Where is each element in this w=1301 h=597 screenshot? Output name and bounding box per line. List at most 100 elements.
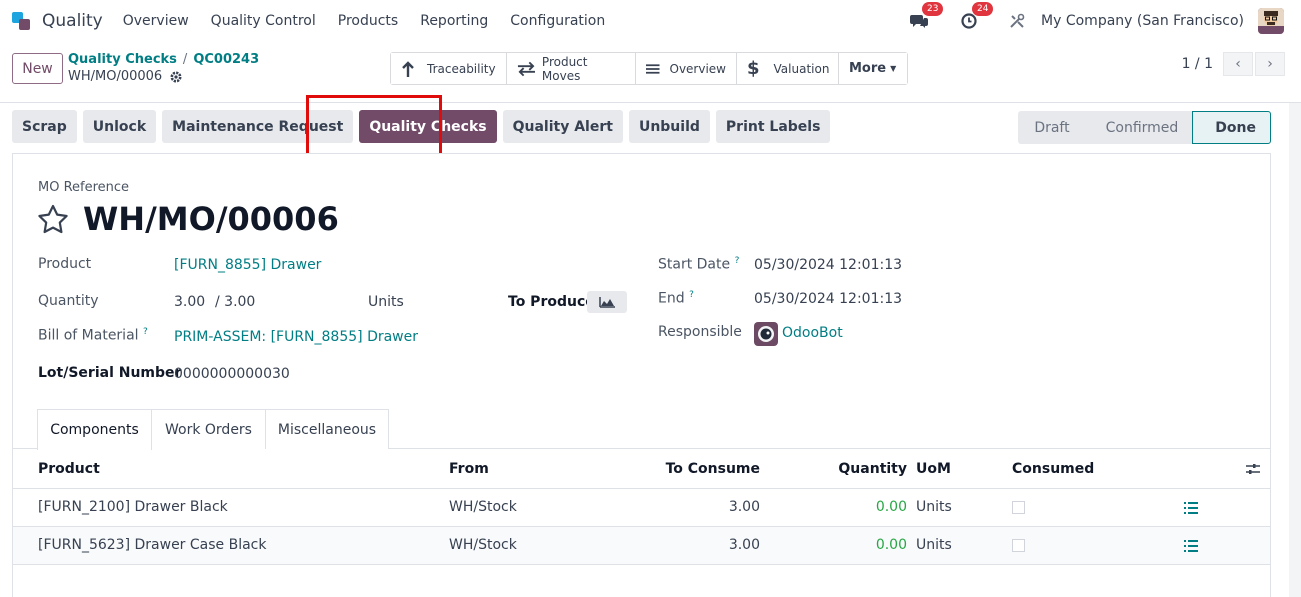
form-sheet: MO Reference WH/MO/00006 Product [FURN_8… [12, 153, 1271, 597]
row-to-consume: 3.00 [728, 499, 760, 515]
row-from: WH/Stock [449, 499, 517, 515]
record-name: WH/MO/00006 [68, 69, 163, 84]
unlock-button[interactable]: Unlock [82, 110, 157, 143]
breadcrumb-check[interactable]: QC00243 [193, 52, 259, 67]
produce-chart-button[interactable] [587, 291, 627, 313]
start-date-value[interactable]: 05/30/2024 12:01:13 [754, 257, 902, 273]
chevron-left-icon: ‹ [1235, 56, 1241, 72]
unbuild-button[interactable]: Unbuild [628, 110, 710, 143]
lot-value[interactable]: 0000000000030 [174, 366, 290, 382]
dollar-icon: $ [747, 58, 760, 79]
quantity-value[interactable]: 3.00 [174, 294, 205, 310]
row-product: [FURN_2100] Drawer Black [38, 499, 228, 515]
main-menu: Overview Quality Control Products Report… [123, 13, 627, 29]
quality-alert-button[interactable]: Quality Alert [502, 110, 623, 143]
page-title: WH/MO/00006 [83, 200, 339, 238]
col-consumed[interactable]: Consumed [1012, 461, 1094, 477]
help-tooltip-icon[interactable]: ? [735, 256, 740, 266]
activities-button[interactable]: 24 [959, 2, 994, 31]
smart-buttons: Traceability Product Moves Overview $ Va… [390, 52, 908, 85]
maintenance-request-button[interactable]: Maintenance Request [162, 110, 354, 143]
row-to-consume: 3.00 [728, 537, 760, 553]
status-draft[interactable]: Draft [1018, 111, 1084, 144]
help-tooltip-icon[interactable]: ? [143, 327, 148, 337]
bars-icon [646, 63, 660, 74]
consumed-checkbox[interactable] [1012, 501, 1025, 514]
menu-reporting[interactable]: Reporting [420, 13, 488, 29]
consumed-checkbox[interactable] [1012, 539, 1025, 552]
table-row[interactable]: [FURN_2100] Drawer Black WH/Stock 3.00 0… [13, 489, 1270, 527]
messages-button[interactable]: 23 [909, 2, 944, 31]
pager-next-button[interactable]: › [1255, 52, 1285, 76]
messages-badge: 23 [922, 2, 944, 16]
pager-value[interactable]: 1 / 1 [1182, 56, 1213, 72]
action-bar: Scrap Unlock Maintenance Request Quality… [12, 110, 836, 144]
menu-overview[interactable]: Overview [123, 13, 189, 29]
col-quantity[interactable]: Quantity [838, 461, 907, 477]
company-switcher[interactable]: My Company (San Francisco) [1041, 13, 1244, 29]
traceability-button[interactable]: Traceability [391, 53, 507, 84]
responsible-label: Responsible [658, 324, 742, 340]
lot-label: Lot/Serial Number [38, 365, 182, 381]
col-product[interactable]: Product [38, 461, 100, 477]
more-button[interactable]: More ▼ [839, 53, 907, 84]
mo-reference-label: MO Reference [38, 180, 130, 195]
clock-icon [961, 13, 977, 29]
activities-badge: 24 [972, 2, 994, 16]
end-date-value[interactable]: 05/30/2024 12:01:13 [754, 291, 902, 307]
detailed-operations-icon[interactable] [1184, 502, 1198, 514]
debug-tools-button[interactable] [1007, 11, 1027, 31]
overview-button[interactable]: Overview [636, 53, 737, 84]
exchange-icon [517, 61, 535, 76]
col-to-consume[interactable]: To Consume [666, 461, 760, 477]
responsible-link[interactable]: OdooBot [782, 325, 843, 341]
quality-checks-button[interactable]: Quality Checks [359, 110, 497, 143]
status-bar: Draft Confirmed Done [1018, 111, 1271, 144]
tab-work-orders[interactable]: Work Orders [152, 409, 266, 449]
menu-products[interactable]: Products [338, 13, 398, 29]
table-row[interactable]: [FURN_5623] Drawer Case Black WH/Stock 3… [13, 527, 1270, 565]
app-brand[interactable]: Quality [12, 11, 103, 31]
col-from[interactable]: From [449, 461, 489, 477]
breadcrumb: Quality Checks / QC00243 WH/MO/00006 [68, 52, 260, 84]
control-panel: New Quality Checks / QC00243 WH/MO/00006 T… [0, 42, 1301, 103]
start-date-label: Start Date ? [658, 256, 740, 273]
product-link[interactable]: [FURN_8855] Drawer [174, 257, 321, 273]
row-uom: Units [916, 499, 952, 515]
app-name: Quality [42, 11, 103, 31]
product-moves-button[interactable]: Product Moves [507, 53, 636, 84]
new-button[interactable]: New [12, 53, 63, 84]
row-quantity: 0.00 [875, 499, 907, 515]
pager-previous-button[interactable]: ‹ [1223, 52, 1253, 76]
tab-miscellaneous[interactable]: Miscellaneous [266, 409, 389, 449]
caret-down-icon: ▼ [890, 64, 897, 73]
valuation-button[interactable]: $ Valuation [737, 53, 839, 84]
menu-configuration[interactable]: Configuration [510, 13, 605, 29]
page-scrollbar[interactable] [1289, 103, 1301, 597]
to-produce-label: To Produce [508, 294, 595, 310]
components-table-header: Product From To Consume Quantity UoM Con… [13, 449, 1270, 489]
quantity-total: / 3.00 [215, 294, 256, 310]
tab-components[interactable]: Components [37, 409, 152, 450]
star-icon[interactable] [37, 204, 69, 234]
end-date-label: End ? [658, 290, 694, 307]
scrap-button[interactable]: Scrap [12, 110, 77, 143]
status-done[interactable]: Done [1192, 111, 1271, 144]
breadcrumb-quality-checks[interactable]: Quality Checks [68, 52, 177, 67]
user-avatar[interactable] [1258, 8, 1284, 34]
quality-app-icon [12, 11, 32, 31]
print-labels-button[interactable]: Print Labels [715, 110, 831, 143]
detailed-operations-icon[interactable] [1184, 540, 1198, 552]
notebook-tabs: Components Work Orders Miscellaneous [13, 409, 1270, 450]
navbar-systray: 23 24 My Company (San Francisco) [909, 0, 1301, 42]
chevron-right-icon: › [1267, 56, 1273, 72]
area-chart-icon [599, 297, 615, 308]
status-confirmed[interactable]: Confirmed [1083, 111, 1193, 144]
col-uom[interactable]: UoM [916, 461, 951, 477]
bom-link[interactable]: PRIM-ASSEM: [FURN_8855] Drawer [174, 329, 418, 345]
help-tooltip-icon[interactable]: ? [689, 290, 694, 300]
optional-columns-icon[interactable] [1246, 462, 1260, 476]
menu-quality-control[interactable]: Quality Control [211, 13, 316, 29]
gear-icon[interactable] [169, 70, 183, 84]
row-product: [FURN_5623] Drawer Case Black [38, 537, 267, 553]
